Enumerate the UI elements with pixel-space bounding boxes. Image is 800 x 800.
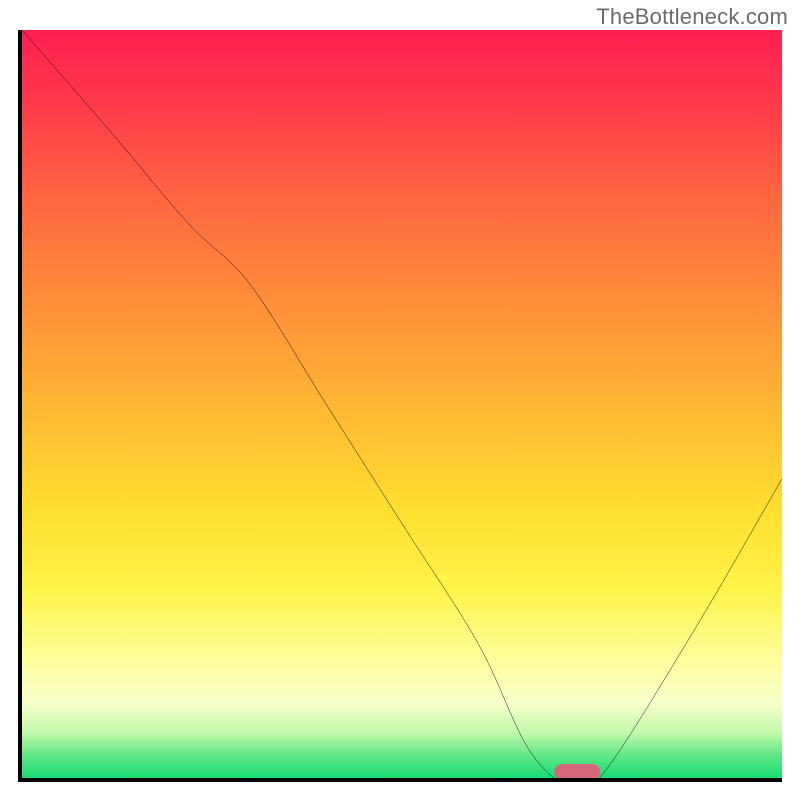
chart-container: TheBottleneck.com [0, 0, 800, 800]
watermark-text: TheBottleneck.com [596, 4, 788, 30]
optimum-marker [554, 764, 600, 780]
bottleneck-curve [22, 30, 782, 778]
plot-area [18, 30, 782, 782]
